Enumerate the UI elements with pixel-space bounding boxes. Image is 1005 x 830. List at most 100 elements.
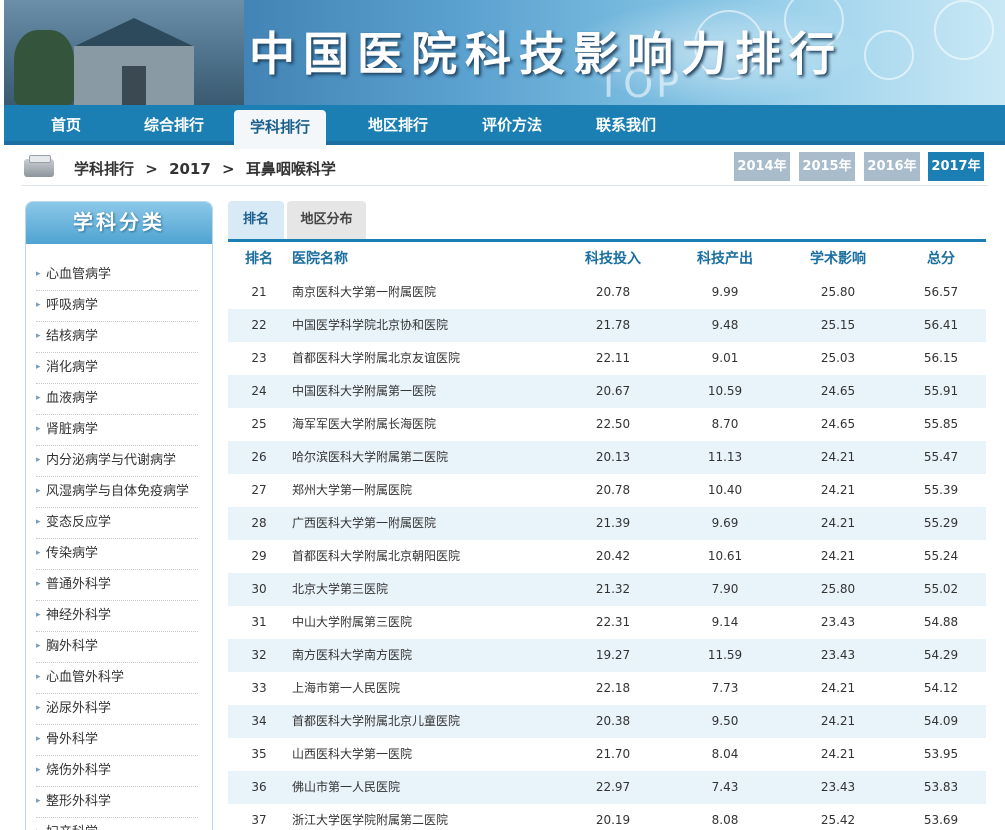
- sidebar-item-label[interactable]: 骨外科学: [46, 732, 98, 747]
- year-2014-button[interactable]: 2014年: [734, 152, 790, 181]
- tab-region-distribution[interactable]: 地区分布: [287, 201, 366, 239]
- year-2016-button[interactable]: 2016年: [864, 152, 920, 181]
- sidebar-item[interactable]: ▸妇产科学: [36, 818, 198, 830]
- sidebar-item-label[interactable]: 妇产科学: [46, 825, 98, 830]
- sidebar-item-label[interactable]: 烧伤外科学: [46, 763, 111, 778]
- nav-subject-ranking[interactable]: 学科排行: [234, 110, 326, 149]
- cell-tech-output: 10.59: [707, 384, 743, 398]
- sidebar-item[interactable]: ▸ 普通外科学: [36, 570, 198, 601]
- cell-hospital-name[interactable]: 首都医科大学附属北京儿童医院: [292, 705, 572, 738]
- cell-hospital-name[interactable]: 浙江大学医学院附属第二医院: [292, 804, 572, 830]
- cell-rank: 34: [251, 714, 267, 728]
- sidebar-item[interactable]: ▸ 烧伤外科学: [36, 756, 198, 787]
- sidebar-item[interactable]: ▸ 心血管病学: [36, 260, 198, 291]
- table-row: 28 广西医科大学第一附属医院 21.39 9.69 24.21 55.29: [228, 507, 986, 540]
- sidebar-item[interactable]: ▸ 泌尿外科学: [36, 694, 198, 725]
- cell-tech-output: 7.43: [711, 780, 739, 794]
- cell-total-score: 53.83: [923, 780, 959, 794]
- sidebar-item[interactable]: ▸ 传染病学: [36, 539, 198, 570]
- sidebar-item[interactable]: ▸ 血液病学: [36, 384, 198, 415]
- nav-methodology[interactable]: 评价方法: [466, 105, 558, 145]
- cell-tech-output: 9.48: [711, 318, 739, 332]
- sidebar-item[interactable]: ▸ 风湿病学与自体免疫病学: [36, 477, 198, 508]
- bullet-icon: ▸: [36, 362, 41, 372]
- breadcrumb-section[interactable]: 学科排行: [74, 160, 134, 178]
- bullet-icon: ▸: [36, 393, 41, 403]
- cell-hospital-name[interactable]: 中国医学科学院北京协和医院: [292, 309, 572, 342]
- year-2015-button[interactable]: 2015年: [799, 152, 855, 181]
- ranking-table: 排名 医院名称 科技投入 科技产出 学术影响 总分 21 南京医科大学第一附属医院…: [228, 239, 986, 830]
- cell-total-score: 55.02: [923, 582, 959, 596]
- bullet-icon: ▸: [36, 610, 41, 620]
- cell-hospital-name[interactable]: 广西医科大学第一附属医院: [292, 507, 572, 540]
- cell-hospital-name[interactable]: 中山大学附属第三医院: [292, 606, 572, 639]
- cell-hospital-name[interactable]: 哈尔滨医科大学附属第二医院: [292, 441, 572, 474]
- sidebar-item-label[interactable]: 心血管外科学: [46, 670, 124, 685]
- breadcrumb: 学科排行 > 2017 > 耳鼻咽喉科学: [74, 158, 342, 179]
- cell-tech-output: 10.40: [707, 483, 743, 497]
- sidebar-item-label[interactable]: 普通外科学: [46, 577, 111, 592]
- nav-overall-ranking[interactable]: 综合排行: [124, 105, 224, 145]
- sidebar-item-label[interactable]: 变态反应学: [46, 515, 111, 530]
- nav-region-ranking[interactable]: 地区排行: [352, 105, 444, 145]
- bullet-icon: ▸: [36, 672, 41, 682]
- sidebar-item[interactable]: ▸ 结核病学: [36, 322, 198, 353]
- cell-total-score: 54.88: [923, 615, 959, 629]
- bullet-icon: ▸: [36, 269, 41, 279]
- cell-total-score: 53.69: [923, 813, 959, 827]
- site-title: 中国医院科技影响力排行: [249, 27, 843, 81]
- sidebar-item-label[interactable]: 整形外科学: [46, 794, 111, 809]
- sidebar-item-label[interactable]: 血液病学: [46, 391, 98, 406]
- sidebar-item-label[interactable]: 风湿病学与自体免疫病学: [46, 484, 189, 499]
- cell-hospital-name[interactable]: 中国医科大学附属第一医院: [292, 375, 572, 408]
- sidebar-item-label[interactable]: 泌尿外科学: [46, 701, 111, 716]
- cell-hospital-name[interactable]: 首都医科大学附属北京友谊医院: [292, 342, 572, 375]
- sidebar-item-label[interactable]: 心血管病学: [46, 267, 111, 282]
- cell-tech-input: 20.67: [595, 384, 631, 398]
- sidebar-item[interactable]: ▸ 胸外科学: [36, 632, 198, 663]
- cell-academic-impact: 23.43: [820, 780, 856, 794]
- cell-rank: 21: [251, 285, 267, 299]
- sidebar-item[interactable]: ▸ 神经外科学: [36, 601, 198, 632]
- sidebar-item-label[interactable]: 胸外科学: [46, 639, 98, 654]
- cell-hospital-name[interactable]: 郑州大学第一附属医院: [292, 474, 572, 507]
- cell-tech-input: 22.97: [595, 780, 631, 794]
- sidebar-item[interactable]: ▸ 内分泌病学与代谢病学: [36, 446, 198, 477]
- tab-ranking[interactable]: 排名: [228, 201, 284, 239]
- sidebar-item[interactable]: ▸ 肾脏病学: [36, 415, 198, 446]
- sidebar-item[interactable]: ▸ 心血管外科学: [36, 663, 198, 694]
- year-2017-button[interactable]: 2017年: [928, 152, 984, 181]
- bullet-icon: ▸: [36, 579, 41, 589]
- cell-hospital-name[interactable]: 南京医科大学第一附属医院: [292, 276, 572, 309]
- cell-rank: 33: [251, 681, 267, 695]
- cell-hospital-name[interactable]: 佛山市第一人民医院: [292, 771, 572, 804]
- sidebar-item-label[interactable]: 内分泌病学与代谢病学: [46, 453, 176, 468]
- sidebar-item-label[interactable]: 神经外科学: [46, 608, 111, 623]
- cell-hospital-name[interactable]: 上海市第一人民医院: [292, 672, 572, 705]
- nav-contact[interactable]: 联系我们: [580, 105, 672, 145]
- sidebar-item-label[interactable]: 消化病学: [46, 360, 98, 375]
- cell-tech-input: 21.70: [595, 747, 631, 761]
- cell-hospital-name[interactable]: 南方医科大学南方医院: [292, 639, 572, 672]
- cell-hospital-name[interactable]: 海军军医大学附属长海医院: [292, 408, 572, 441]
- sidebar-item-label[interactable]: 呼吸病学: [46, 298, 98, 313]
- cell-hospital-name[interactable]: 首都医科大学附属北京朝阳医院: [292, 540, 572, 573]
- sidebar-item-label[interactable]: 结核病学: [46, 329, 98, 344]
- sidebar-item[interactable]: ▸ 消化病学: [36, 353, 198, 384]
- sidebar-item[interactable]: ▸ 变态反应学: [36, 508, 198, 539]
- cell-hospital-name[interactable]: 山西医科大学第一医院: [292, 738, 572, 771]
- cell-total-score: 55.47: [923, 450, 959, 464]
- sidebar-item-label[interactable]: 肾脏病学: [46, 422, 98, 437]
- breadcrumb-year[interactable]: 2017: [169, 160, 211, 178]
- sidebar-item-label[interactable]: 传染病学: [46, 546, 98, 561]
- table-row: 22 中国医学科学院北京协和医院 21.78 9.48 25.15 56.41: [228, 309, 986, 342]
- sidebar-item[interactable]: ▸ 呼吸病学: [36, 291, 198, 322]
- sidebar-item[interactable]: ▸ 整形外科学: [36, 787, 198, 818]
- sidebar-item[interactable]: ▸ 骨外科学: [36, 725, 198, 756]
- nav-home[interactable]: 首页: [34, 105, 98, 145]
- cell-total-score: 55.39: [923, 483, 959, 497]
- cell-total-score: 54.29: [923, 648, 959, 662]
- cell-hospital-name[interactable]: 北京大学第三医院: [292, 573, 572, 606]
- cell-total-score: 56.57: [923, 285, 959, 299]
- header-tech-input: 科技投入: [585, 251, 641, 267]
